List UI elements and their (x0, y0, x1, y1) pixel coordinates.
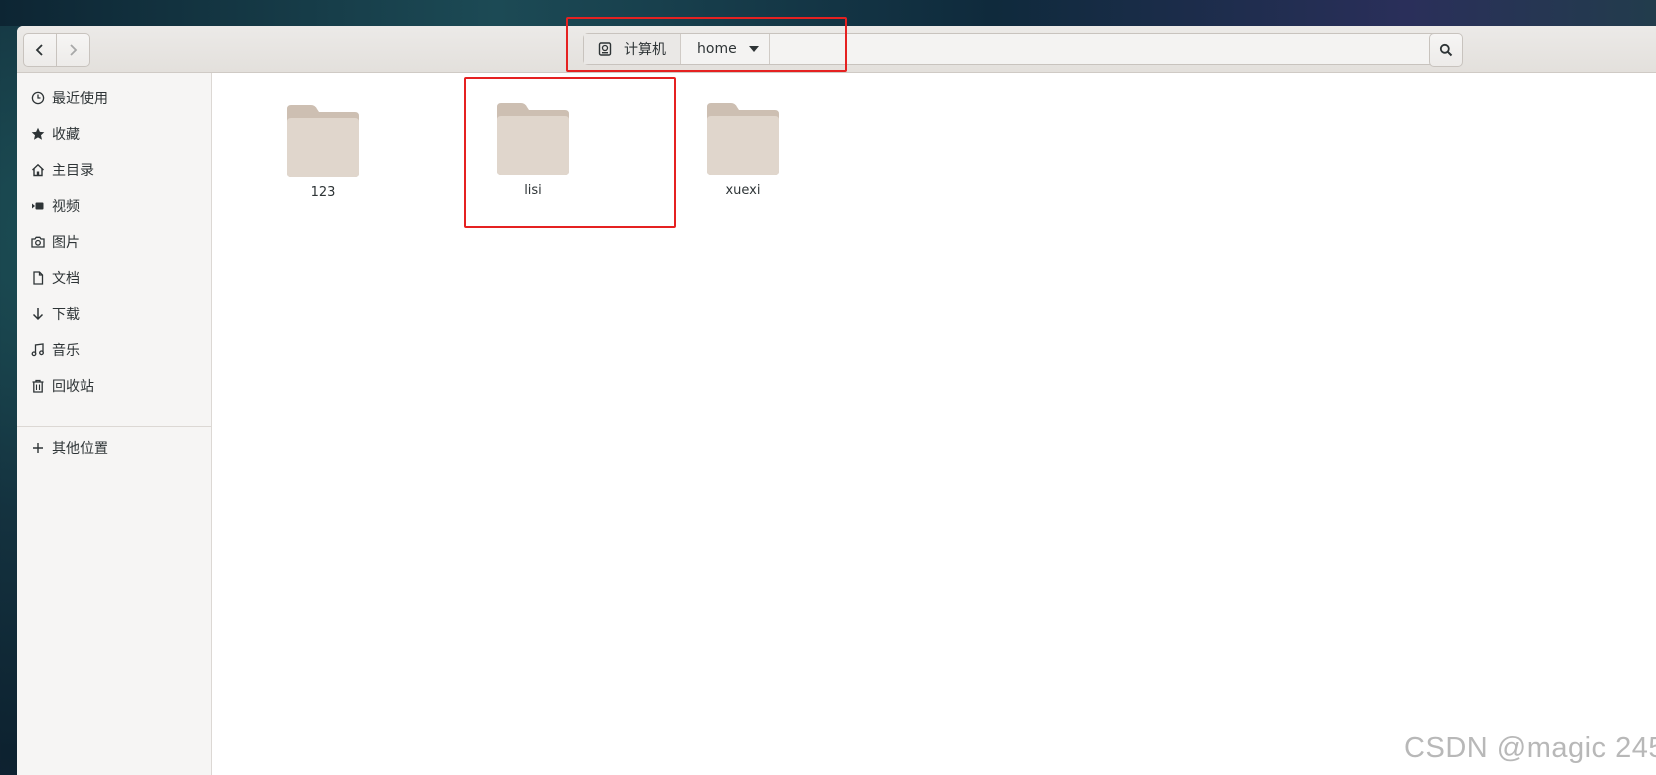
sidebar-item-label: 最近使用 (52, 91, 108, 107)
sidebar-divider (17, 426, 211, 427)
forward-button[interactable] (56, 34, 89, 66)
search-icon (1439, 43, 1453, 57)
music-icon (30, 342, 46, 358)
document-icon (30, 270, 46, 286)
sidebar-item-trash[interactable]: 回收站 (17, 368, 211, 404)
highlight-box-folder (464, 77, 676, 228)
clock-icon (30, 90, 46, 106)
navigation-buttons (23, 33, 90, 67)
highlight-box-path (566, 17, 847, 72)
folder-item[interactable]: 123 (223, 103, 423, 200)
folder-icon (287, 105, 359, 177)
camera-icon (30, 234, 46, 250)
sidebar-item-pictures[interactable]: 图片 (17, 224, 211, 260)
sidebar-item-label: 其他位置 (52, 441, 108, 457)
search-button[interactable] (1429, 33, 1463, 67)
star-icon (30, 126, 46, 142)
download-icon (30, 306, 46, 322)
sidebar-item-label: 回收站 (52, 379, 94, 395)
trash-icon (30, 378, 46, 394)
file-view: 123 lisi xuexi (212, 73, 1656, 775)
chevron-right-icon (70, 44, 78, 56)
sidebar-item-label: 下载 (52, 307, 80, 323)
sidebar-item-starred[interactable]: 收藏 (17, 116, 211, 152)
file-name: 123 (310, 185, 336, 200)
sidebar-item-music[interactable]: 音乐 (17, 332, 211, 368)
file-name: xuexi (725, 183, 761, 198)
sidebar-item-label: 收藏 (52, 127, 80, 143)
back-button[interactable] (24, 34, 56, 66)
home-icon (30, 162, 46, 178)
sidebar-item-label: 主目录 (52, 163, 94, 179)
sidebar: 最近使用 收藏 主目录 视频 图片 文档 下载 音乐 回收站 其他位置 (17, 73, 212, 775)
sidebar-item-videos[interactable]: 视频 (17, 188, 211, 224)
sidebar-item-label: 图片 (52, 235, 80, 251)
video-icon (30, 198, 46, 214)
folder-icon (707, 103, 779, 175)
sidebar-item-label: 视频 (52, 199, 80, 215)
file-manager-window: 计算机 home 最近使用 收藏 主目录 视频 图片 文档 下载 音乐 回收站 … (17, 26, 1656, 775)
sidebar-item-downloads[interactable]: 下载 (17, 296, 211, 332)
sidebar-item-documents[interactable]: 文档 (17, 260, 211, 296)
watermark: CSDN @magic 245 (1404, 732, 1656, 764)
plus-icon (30, 440, 46, 456)
sidebar-item-recent[interactable]: 最近使用 (17, 80, 211, 116)
sidebar-item-label: 音乐 (52, 343, 80, 359)
sidebar-item-label: 文档 (52, 271, 80, 287)
sidebar-item-other-locations[interactable]: 其他位置 (17, 430, 211, 466)
sidebar-item-home[interactable]: 主目录 (17, 152, 211, 188)
chevron-left-icon (35, 44, 43, 56)
